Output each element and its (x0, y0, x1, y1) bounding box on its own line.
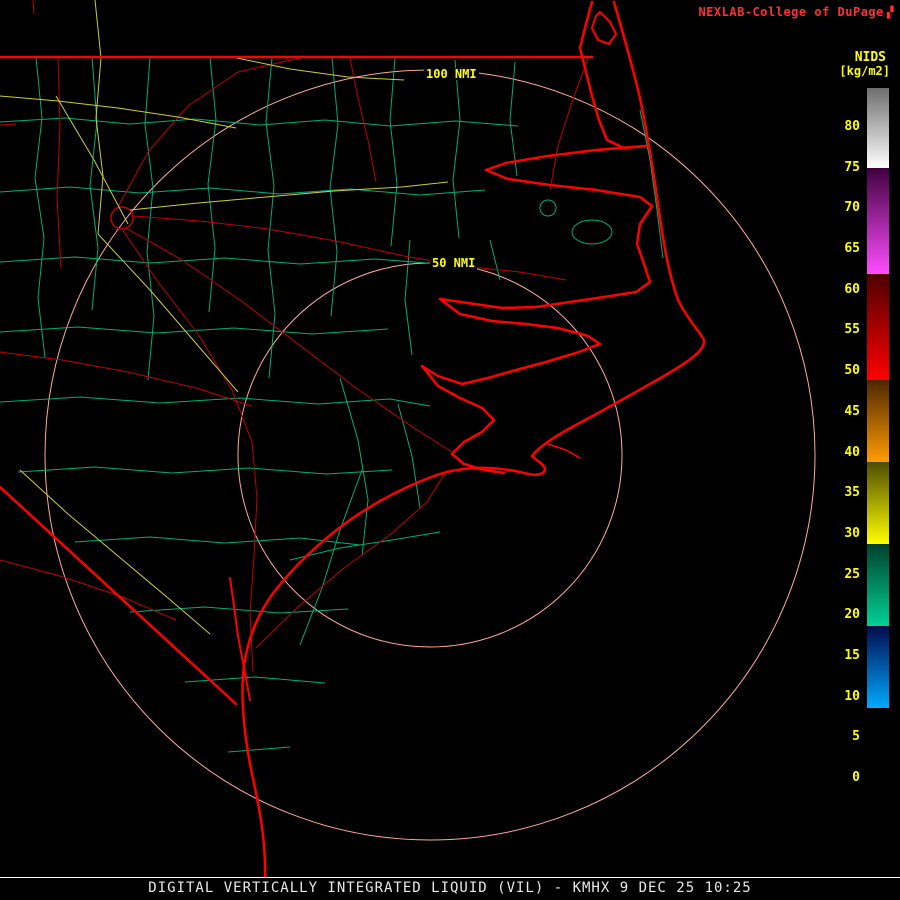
colorbar-tick-55: 55 (844, 322, 860, 338)
colorbar-segment-red (867, 274, 889, 380)
colorbar-tick-5: 5 (852, 729, 860, 745)
colorbar-tick-60: 60 (844, 281, 860, 297)
attribution-text: NEXLAB-College of DuPage (698, 5, 884, 19)
back-sound-islands (547, 443, 581, 459)
colorbar-units: [kg/m2] (839, 64, 890, 78)
range-ring-label-100: 100 NMI (424, 67, 479, 81)
range-ring-label-50: 50 NMI (430, 256, 478, 270)
cape-fear-river (229, 577, 251, 701)
colorbar-tick-20: 20 (844, 607, 860, 623)
colorbar-segment-blue (867, 626, 889, 708)
secondary-roads (0, 0, 589, 673)
colorbar-tick-0: 0 (852, 770, 860, 785)
attribution: NEXLAB-College of DuPage ▞ (698, 5, 894, 19)
colorbar-segment-magenta (867, 168, 889, 274)
colorbar-tick-45: 45 (844, 403, 860, 419)
range-rings (44, 69, 816, 841)
colorbar-tick-35: 35 (844, 485, 860, 501)
currituck-shore (578, 0, 648, 150)
colorbar-tick-75: 75 (844, 159, 860, 175)
lake-outline (539, 199, 557, 217)
albemarle-sound-shore (484, 144, 654, 208)
colorbar-tick-65: 65 (844, 241, 860, 257)
product-caption: DIGITAL VERTICALLY INTEGRATED LIQUID (VI… (148, 880, 752, 896)
range-ring-50nmi (237, 262, 623, 648)
county-boundaries (0, 56, 664, 753)
colorbar-segment-gray-white (867, 88, 889, 168)
outer-banks (518, 0, 706, 476)
beltway-loop (110, 206, 134, 230)
colorbar-segment-orange (867, 380, 889, 462)
colorbar-tick-70: 70 (844, 200, 860, 216)
colorbar-segment-yellow (867, 462, 889, 544)
lake-outline (571, 219, 613, 245)
map-canvas (0, 0, 816, 878)
colorbar-title: NIDS (854, 50, 886, 65)
pamlico-neuse-shore (420, 204, 654, 475)
colorbar-tick-40: 40 (844, 444, 860, 460)
colorbar-tick-10: 10 (844, 688, 860, 704)
cod-logo-icon: ▞ (886, 6, 894, 19)
radar-display: NEXLAB-College of DuPage ▞ NIDS [kg/m2] 8… (0, 0, 900, 900)
coastline (0, 0, 706, 878)
state-border-south (0, 485, 238, 706)
colorbar-tick-25: 25 (844, 566, 860, 582)
colorbar-tick-80: 80 (844, 119, 860, 134)
south-coast (241, 466, 522, 878)
colorbar-tick-50: 50 (844, 363, 860, 379)
coastal-island (591, 11, 617, 45)
divider-line (0, 877, 900, 878)
colorbar-tick-30: 30 (844, 525, 860, 541)
range-ring-100nmi (44, 69, 816, 841)
colorbar-segment-black (867, 708, 889, 800)
primary-highways (0, 0, 449, 635)
colorbar (867, 88, 889, 800)
colorbar-tick-15: 15 (844, 647, 860, 663)
colorbar-segment-teal (867, 544, 889, 626)
